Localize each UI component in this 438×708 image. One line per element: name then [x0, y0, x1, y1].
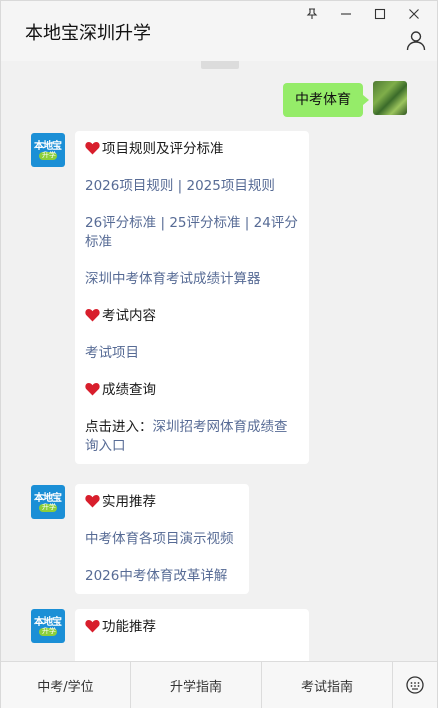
message-heading: 成绩查询 [85, 381, 299, 400]
link-separator: | [240, 215, 254, 231]
profile-icon[interactable] [405, 29, 427, 51]
avatar-pill-text: 升学 [42, 503, 56, 511]
window-controls [295, 3, 431, 25]
link-score-calculator[interactable]: 深圳中考体育考试成绩计算器 [85, 271, 261, 287]
chat-window: 本地宝深圳升学 中考体育 本地宝 升学 项目规则及评分标准 2026项目规则 |… [0, 0, 438, 708]
menu-item-exam-admission[interactable]: 中考/学位 [1, 662, 131, 708]
heart-icon [85, 141, 100, 155]
link-separator: | [173, 178, 187, 194]
chat-area[interactable]: 中考体育 本地宝 升学 项目规则及评分标准 2026项目规则 | 2025项目规… [1, 61, 437, 661]
prefix-text: 点击进入： [85, 419, 153, 435]
bot-avatar[interactable]: 本地宝 升学 [31, 609, 65, 643]
user-avatar[interactable] [373, 81, 407, 115]
heading-text: 成绩查询 [102, 382, 156, 398]
keyboard-icon[interactable] [393, 662, 437, 708]
avatar[interactable]: 本地宝 升学 [31, 133, 65, 167]
menu-item-admission-guide[interactable]: 升学指南 [131, 662, 262, 708]
heading-text: 项目规则及评分标准 [102, 141, 224, 157]
bot-avatar[interactable]: 本地宝 升学 [31, 485, 65, 519]
heart-icon [85, 308, 100, 322]
message-heading: 实用推荐 [85, 493, 239, 512]
avatar-pill-text: 升学 [42, 627, 56, 635]
avatar-pill-text: 升学 [42, 151, 56, 159]
heading-text: 实用推荐 [102, 494, 156, 510]
link-2026-rules[interactable]: 2026项目规则 [85, 178, 173, 194]
user-message-bubble[interactable]: 中考体育 [283, 83, 369, 117]
close-icon[interactable] [397, 3, 431, 25]
bottom-menu: 中考/学位 升学指南 考试指南 [1, 661, 437, 708]
time-badge [201, 61, 239, 69]
heart-icon [85, 619, 100, 633]
link-25-standard[interactable]: 25评分标准 [169, 215, 240, 231]
link-2025-rules[interactable]: 2025项目规则 [187, 178, 275, 194]
maximize-icon[interactable] [363, 3, 397, 25]
link-reform-details[interactable]: 2026中考体育改革详解 [85, 568, 227, 584]
heart-icon [85, 494, 100, 508]
link-26-standard[interactable]: 26评分标准 [85, 215, 156, 231]
bot-avatar[interactable]: 本地宝 升学 [31, 133, 65, 167]
avatar[interactable]: 本地宝 升学 [31, 485, 65, 519]
avatar[interactable]: 本地宝 升学 [31, 609, 65, 643]
link-row: 26评分标准 | 25评分标准 | 24评分标准 [85, 214, 299, 252]
link-row: 中考体育各项目演示视频 [85, 530, 239, 549]
mixed-row: 点击进入：深圳招考网体育成绩查询入口 [85, 418, 299, 456]
pin-icon[interactable] [295, 3, 329, 25]
heading-text: 考试内容 [102, 308, 156, 324]
heading-text: 功能推荐 [102, 619, 156, 635]
avatar-pill: 升学 [39, 503, 57, 512]
heart-icon [85, 382, 100, 396]
link-row: 2026中考体育改革详解 [85, 567, 239, 586]
title-bar: 本地宝深圳升学 [1, 1, 437, 61]
message-heading: 项目规则及评分标准 [85, 140, 299, 159]
link-separator: | [156, 215, 170, 231]
menu-item-exam-guide[interactable]: 考试指南 [262, 662, 393, 708]
minimize-icon[interactable] [329, 3, 363, 25]
bot-message-bubble: 功能推荐 [75, 609, 309, 661]
link-row: 考试项目 [85, 344, 299, 363]
bot-message-bubble: 实用推荐 中考体育各项目演示视频 2026中考体育改革详解 [75, 484, 249, 594]
avatar-pill: 升学 [39, 627, 57, 636]
link-row: 2026项目规则 | 2025项目规则 [85, 177, 299, 196]
avatar-pill: 升学 [39, 151, 57, 160]
bot-message-bubble: 项目规则及评分标准 2026项目规则 | 2025项目规则 26评分标准 | 2… [75, 131, 309, 464]
message-heading: 考试内容 [85, 307, 299, 326]
link-demo-videos[interactable]: 中考体育各项目演示视频 [85, 531, 234, 547]
message-heading: 功能推荐 [85, 618, 299, 637]
link-exam-items[interactable]: 考试项目 [85, 345, 139, 361]
link-row: 深圳中考体育考试成绩计算器 [85, 270, 299, 289]
window-title: 本地宝深圳升学 [25, 23, 151, 44]
